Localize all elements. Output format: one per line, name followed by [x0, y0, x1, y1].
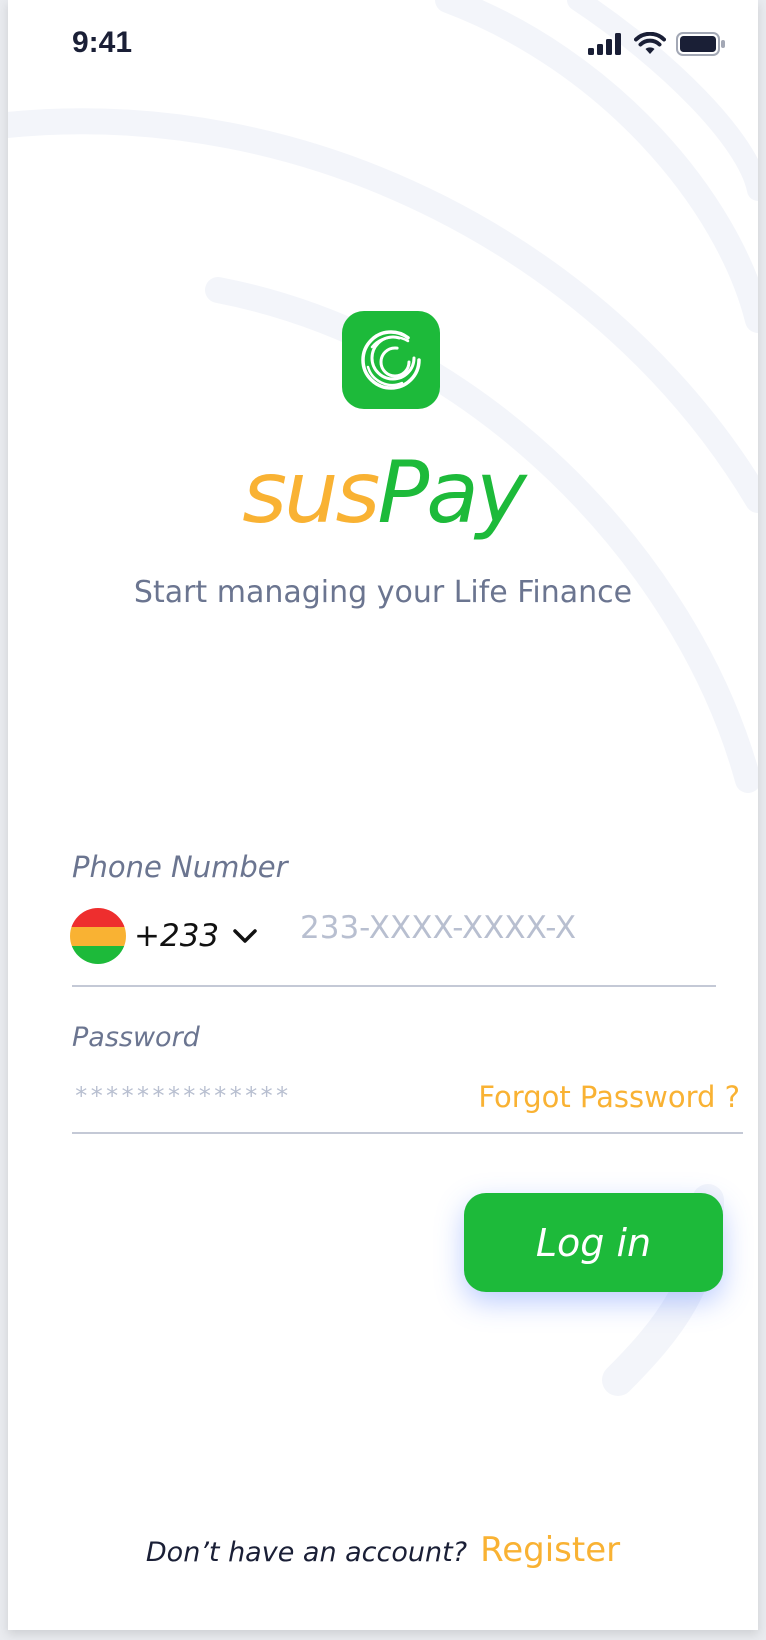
phone-number-input[interactable]	[298, 904, 692, 952]
brand-name-part2: Pay	[377, 443, 526, 543]
ghana-flag-icon[interactable]	[70, 908, 126, 964]
register-link[interactable]: Register	[480, 1530, 620, 1570]
cellular-signal-icon	[588, 33, 621, 55]
background-arcs	[8, 0, 758, 1396]
status-bar: 9:41	[8, 0, 758, 90]
wifi-icon	[634, 32, 666, 54]
phone-number-label: Phone Number	[72, 850, 288, 884]
password-field-underline	[72, 1132, 743, 1134]
country-code[interactable]: +233	[134, 918, 219, 954]
register-row: Don’t have an account? Register	[8, 1530, 758, 1570]
battery-icon	[676, 32, 725, 56]
forgot-password-link[interactable]: Forgot Password ?	[478, 1080, 740, 1114]
suspay-logo-icon	[342, 311, 440, 409]
brand-name-part1: sus	[242, 443, 380, 543]
password-input[interactable]	[72, 1075, 406, 1117]
tagline: Start managing your Life Finance	[133, 575, 633, 610]
status-time: 9:41	[72, 26, 133, 59]
chevron-down-icon[interactable]	[232, 926, 258, 946]
password-label: Password	[72, 1022, 200, 1053]
phone-field-underline	[72, 985, 716, 987]
brand-wordmark: susPay	[8, 438, 758, 548]
register-prompt: Don’t have an account?	[145, 1537, 468, 1568]
status-icons	[588, 32, 726, 56]
login-screen: 9:41 susPay Start managing your Life Fin…	[8, 0, 758, 1630]
login-button[interactable]: Log in	[464, 1193, 723, 1292]
